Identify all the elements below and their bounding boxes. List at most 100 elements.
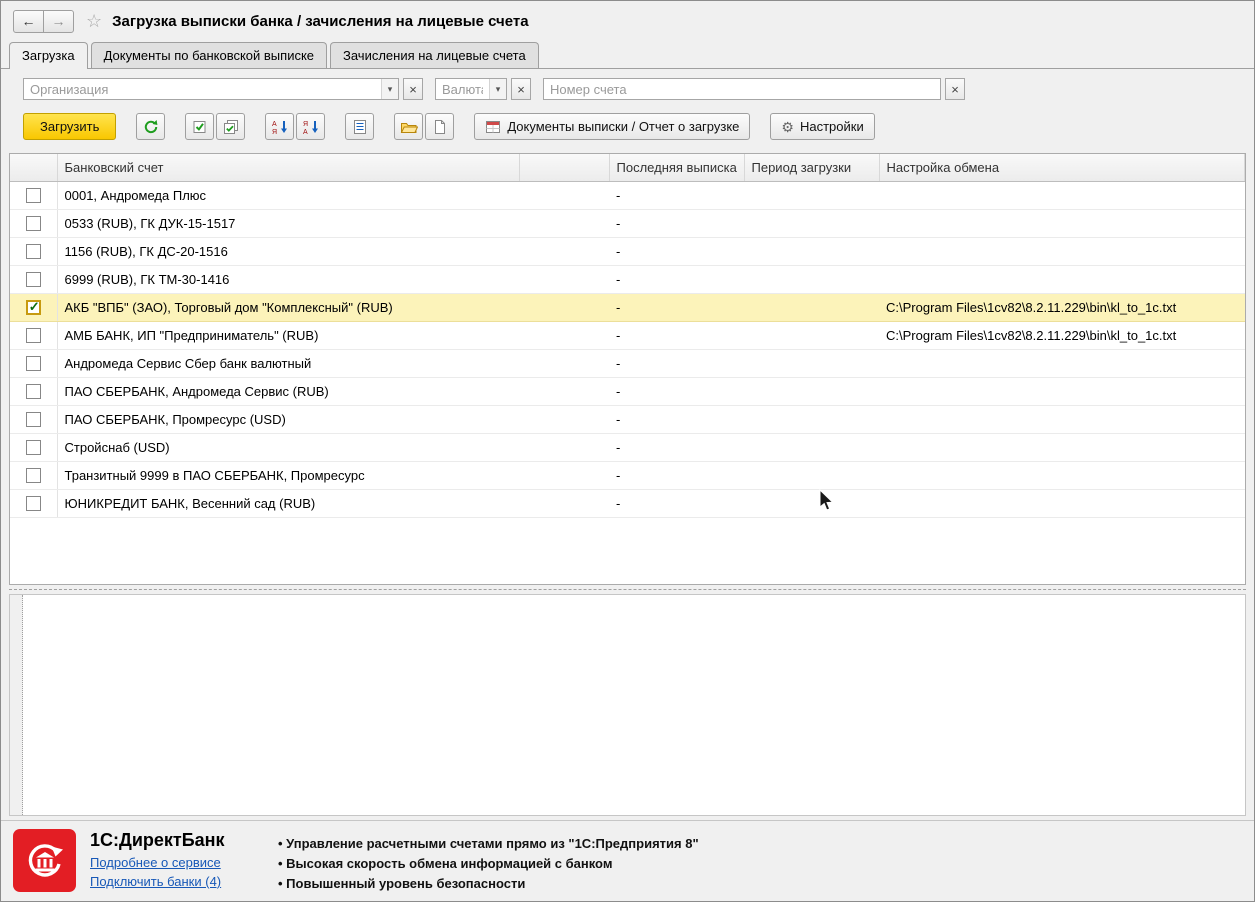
load-period-cell[interactable] [744,321,879,350]
load-period-cell[interactable] [744,433,879,462]
load-period-cell[interactable] [744,237,879,266]
table-row[interactable]: АМБ БАНК, ИП "Предприниматель" (RUB) - C… [10,321,1245,350]
bank-account-cell[interactable]: АМБ БАНК, ИП "Предприниматель" (RUB) [57,321,519,350]
new-document-button[interactable] [425,113,455,140]
favorite-star-icon[interactable]: ☆ [86,11,102,32]
row-checkbox[interactable] [25,216,41,232]
connect-banks-link[interactable]: Подключить банки (4) [90,874,258,889]
bank-account-cell[interactable]: Стройснаб (USD) [57,433,519,462]
organization-input[interactable] [24,79,381,99]
last-statement-cell[interactable]: - [609,349,744,378]
table-row[interactable]: 0533 (RUB), ГК ДУК-15-1517 - [10,209,1245,238]
row-checkbox[interactable] [25,440,41,456]
bank-account-cell[interactable]: 6999 (RUB), ГК ТМ-30-1416 [57,265,519,294]
tab-personal-accounts[interactable]: Зачисления на лицевые счета [330,42,539,68]
back-button[interactable]: ← [13,9,44,33]
load-period-cell[interactable] [744,181,879,210]
load-period-cell[interactable] [744,209,879,238]
statement-documents-button[interactable]: Документы выписки / Отчет о загрузке [474,113,751,140]
table-row[interactable]: Андромеда Сервис Сбер банк валютный - [10,349,1245,378]
organization-clear-button[interactable]: × [403,78,423,100]
settings-button[interactable]: ⚙ Настройки [770,113,875,140]
last-statement-cell[interactable]: - [609,461,744,490]
bank-account-cell[interactable]: 1156 (RUB), ГК ДС-20-1516 [57,237,519,266]
row-checkbox[interactable] [25,188,41,204]
exchange-settings-cell[interactable]: C:\Program Files\1cv82\8.2.11.229\bin\kl… [879,321,1245,350]
last-statement-cell[interactable]: - [609,433,744,462]
bank-account-cell[interactable]: ПАО СБЕРБАНК, Андромеда Сервис (RUB) [57,377,519,406]
table-row[interactable]: АКБ "ВПБ" (ЗАО), Торговый дом "Комплексн… [10,293,1245,322]
table-row[interactable]: 6999 (RUB), ГК ТМ-30-1416 - [10,265,1245,294]
exchange-settings-cell[interactable] [879,461,1245,490]
exchange-settings-cell[interactable] [879,237,1245,266]
row-checkbox[interactable] [25,299,41,316]
row-checkbox[interactable] [25,384,41,400]
exchange-settings-cell[interactable] [879,181,1245,210]
row-checkbox[interactable] [25,356,41,372]
last-statement-cell[interactable]: - [609,377,744,406]
exchange-settings-cell[interactable] [879,405,1245,434]
sort-ascending-button[interactable]: А Я [265,113,295,140]
column-bank-account[interactable]: Банковский счет [57,154,520,182]
last-statement-cell[interactable]: - [609,265,744,294]
load-button[interactable]: Загрузить [23,113,117,140]
exchange-settings-cell[interactable] [879,377,1245,406]
table-row[interactable]: Транзитный 9999 в ПАО СБЕРБАНК, Промресу… [10,461,1245,490]
last-statement-cell[interactable]: - [609,405,744,434]
last-statement-cell[interactable]: - [609,237,744,266]
load-period-cell[interactable] [744,377,879,406]
currency-input[interactable] [436,79,489,99]
last-statement-cell[interactable]: - [609,209,744,238]
sort-descending-button[interactable]: Я А [296,113,326,140]
bank-account-cell[interactable]: АКБ "ВПБ" (ЗАО), Торговый дом "Комплексн… [57,293,519,322]
row-checkbox[interactable] [25,244,41,260]
account-number-clear-button[interactable]: × [945,78,965,100]
exchange-settings-cell[interactable] [879,433,1245,462]
table-row[interactable]: ПАО СБЕРБАНК, Промресурс (USD) - [10,405,1245,434]
column-exchange-settings[interactable]: Настройка обмена [879,154,1245,182]
column-last-statement[interactable]: Последняя выписка [609,154,745,182]
last-statement-cell[interactable]: - [609,321,744,350]
load-period-cell[interactable] [744,489,879,518]
row-checkbox[interactable] [25,468,41,484]
bank-account-cell[interactable]: ПАО СБЕРБАНК, Промресурс (USD) [57,405,519,434]
load-period-cell[interactable] [744,293,879,322]
about-service-link[interactable]: Подробнее о сервисе [90,855,258,870]
load-period-cell[interactable] [744,349,879,378]
unselect-all-button[interactable] [216,113,246,140]
exchange-settings-cell[interactable] [879,265,1245,294]
organization-dropdown-button[interactable]: ▾ [381,79,398,99]
currency-clear-button[interactable]: × [511,78,531,100]
exchange-settings-cell[interactable] [879,349,1245,378]
last-statement-cell[interactable]: - [609,489,744,518]
bank-account-cell[interactable]: 0001, Андромеда Плюс [57,181,519,210]
open-file-button[interactable] [394,113,424,140]
bank-account-cell[interactable]: 0533 (RUB), ГК ДУК-15-1517 [57,209,519,238]
table-row[interactable]: 0001, Андромеда Плюс - [10,181,1245,210]
exchange-settings-cell[interactable]: C:\Program Files\1cv82\8.2.11.229\bin\kl… [879,293,1245,322]
bank-account-cell[interactable]: ЮНИКРЕДИТ БАНК, Весенний сад (RUB) [57,489,519,518]
refresh-button[interactable] [136,113,166,140]
bank-account-cell[interactable]: Транзитный 9999 в ПАО СБЕРБАНК, Промресу… [57,461,519,490]
table-row[interactable]: Стройснаб (USD) - [10,433,1245,462]
tab-statement-documents[interactable]: Документы по банковской выписке [90,42,328,68]
exchange-settings-cell[interactable] [879,489,1245,518]
load-period-cell[interactable] [744,265,879,294]
account-number-input[interactable] [543,78,941,100]
table-row[interactable]: ПАО СБЕРБАНК, Андромеда Сервис (RUB) - [10,377,1245,406]
row-checkbox[interactable] [25,272,41,288]
currency-dropdown-button[interactable]: ▾ [489,79,506,99]
last-statement-cell[interactable]: - [609,293,744,322]
column-load-period[interactable]: Период загрузки [744,154,880,182]
tab-load[interactable]: Загрузка [9,42,88,69]
select-all-button[interactable] [185,113,215,140]
row-checkbox[interactable] [25,412,41,428]
load-period-cell[interactable] [744,461,879,490]
table-row[interactable]: ЮНИКРЕДИТ БАНК, Весенний сад (RUB) - [10,489,1245,518]
bank-account-cell[interactable]: Андромеда Сервис Сбер банк валютный [57,349,519,378]
list-settings-button[interactable] [345,113,375,140]
row-checkbox[interactable] [25,328,41,344]
forward-button[interactable]: → [43,9,74,33]
panel-grip[interactable] [10,595,23,815]
exchange-settings-cell[interactable] [879,209,1245,238]
